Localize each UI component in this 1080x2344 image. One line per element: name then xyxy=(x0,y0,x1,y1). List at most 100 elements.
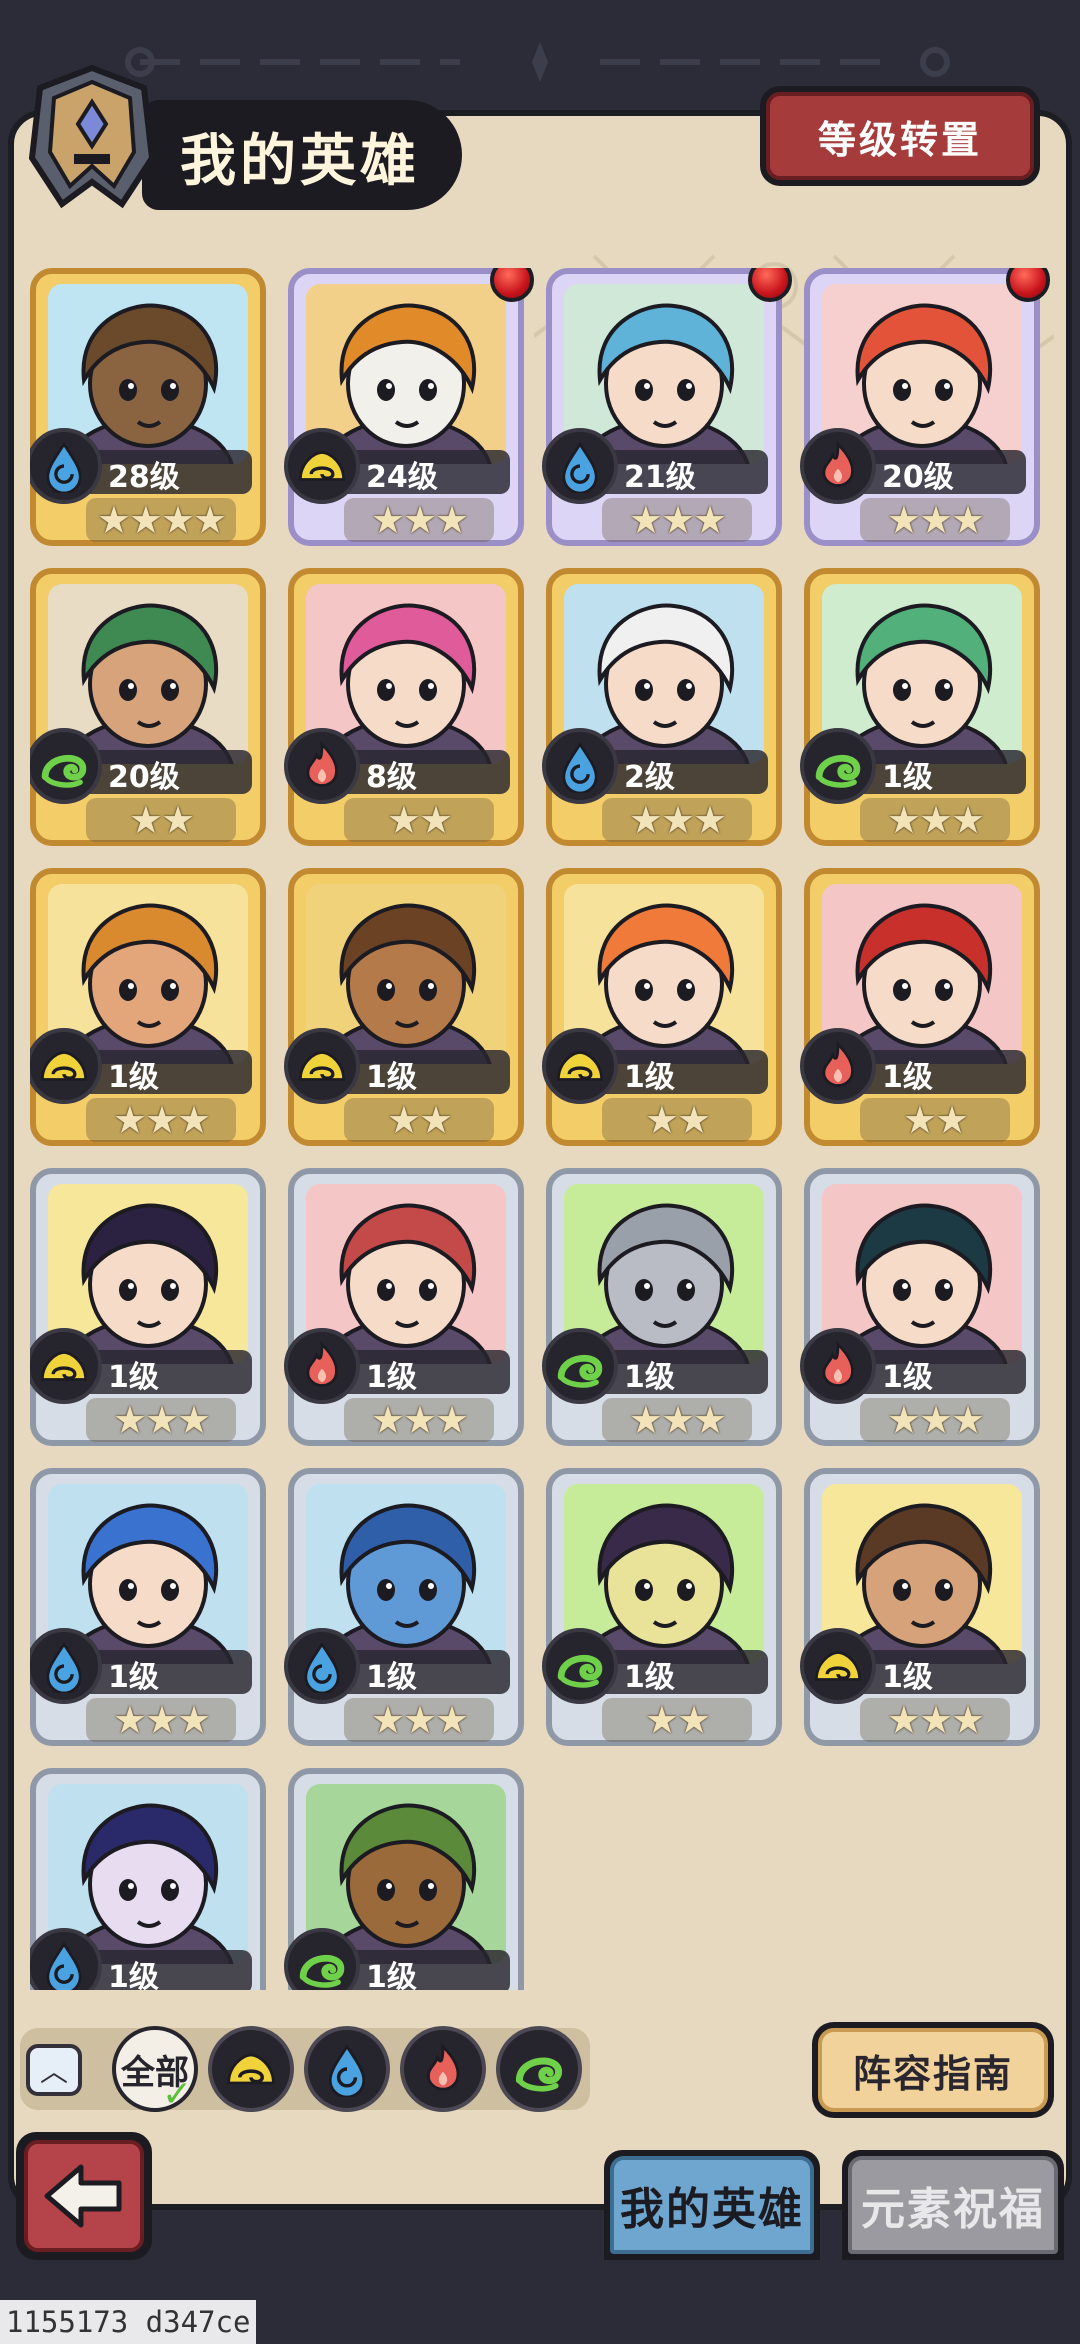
hero-card[interactable]: 1级 xyxy=(30,1768,266,1990)
hero-card[interactable]: 20级 ★★★ xyxy=(800,268,1050,546)
hero-element-badge xyxy=(800,1028,876,1104)
hero-stars: ★★★ xyxy=(86,1398,236,1442)
hero-stars: ★★★ xyxy=(602,498,752,542)
hero-level: 1级 xyxy=(366,1060,417,1095)
level-reset-button[interactable]: 等级转置 xyxy=(760,86,1040,186)
water-element-icon xyxy=(46,441,82,493)
hero-card[interactable]: 1级 ★★ xyxy=(800,868,1040,1146)
fire-element-icon xyxy=(822,1041,854,1087)
hero-card[interactable]: 1级 ★★ xyxy=(284,868,524,1146)
light-element-icon xyxy=(41,1351,87,1381)
filter-light-button[interactable] xyxy=(208,2026,294,2112)
hero-card[interactable]: 1级 ★★★ xyxy=(800,1168,1040,1446)
filter-water-button[interactable] xyxy=(304,2026,390,2112)
hero-card[interactable]: 1级 ★★★ xyxy=(542,1168,782,1446)
hero-element-badge xyxy=(542,1028,618,1104)
hero-stars: ★★★ xyxy=(860,1398,1010,1442)
hero-card[interactable]: 1级 ★★ xyxy=(542,868,782,1146)
hero-level: 1级 xyxy=(108,1360,159,1395)
wind-element-icon xyxy=(557,1654,603,1688)
tab-element-blessing-label: 元素祝福 xyxy=(848,2156,1058,2254)
hero-stars: ★★ xyxy=(602,1698,752,1742)
hero-element-badge xyxy=(284,428,360,504)
hero-element-badge xyxy=(542,1328,618,1404)
hero-card[interactable]: 1级 ★★★ xyxy=(800,568,1040,846)
hero-level: 20级 xyxy=(882,460,954,495)
hero-card[interactable]: 8级 ★★ xyxy=(284,568,524,846)
hero-element-badge xyxy=(542,428,618,504)
wind-element-icon xyxy=(515,2057,563,2092)
hero-level: 24级 xyxy=(366,460,438,495)
water-element-icon xyxy=(562,441,598,493)
water-element-icon xyxy=(562,741,598,793)
hero-element-badge xyxy=(284,1628,360,1704)
fire-element-icon xyxy=(822,1341,854,1387)
check-icon: ✓ xyxy=(162,2074,193,2115)
back-button[interactable] xyxy=(16,2132,152,2260)
hero-stars: ★★★ xyxy=(344,1398,494,1442)
fire-element-icon xyxy=(306,1341,338,1387)
hero-level: 1级 xyxy=(624,1360,675,1395)
fire-element-icon xyxy=(427,2043,460,2091)
hero-card[interactable]: 1级 ★★★ xyxy=(284,1168,524,1446)
hero-card[interactable]: 1级 ★★★ xyxy=(30,1168,266,1446)
hero-element-badge xyxy=(800,1328,876,1404)
hero-stars: ★★★ xyxy=(86,1698,236,1742)
light-element-icon xyxy=(557,1051,603,1081)
hero-element-badge xyxy=(800,428,876,504)
filter-fire-button[interactable] xyxy=(400,2026,486,2112)
hero-card[interactable]: 2级 ★★★ xyxy=(542,568,782,846)
hero-level: 1级 xyxy=(108,1060,159,1095)
hero-card[interactable]: 20级 ★★ xyxy=(30,568,266,846)
hero-element-badge xyxy=(542,728,618,804)
hero-stars: ★★★ xyxy=(86,1098,236,1142)
collapse-filter-button[interactable]: ︿ xyxy=(26,2044,82,2096)
back-arrow-icon xyxy=(44,2164,122,2228)
light-element-icon xyxy=(299,451,345,481)
page-header: 我的英雄 xyxy=(22,62,462,212)
hero-level: 1级 xyxy=(366,1960,417,1990)
hero-element-badge xyxy=(800,728,876,804)
hero-stars: ★★ xyxy=(86,798,236,842)
hero-level: 1级 xyxy=(882,760,933,795)
lineup-guide-button[interactable]: 阵容指南 xyxy=(812,2022,1054,2118)
hero-level: 8级 xyxy=(366,760,417,795)
light-element-icon xyxy=(41,1051,87,1081)
water-element-icon xyxy=(46,1941,82,1990)
hero-card[interactable]: 1级 ★★★ xyxy=(30,1468,266,1746)
hero-level: 1级 xyxy=(624,1060,675,1095)
tab-element-blessing[interactable]: 元素祝福 xyxy=(842,2150,1064,2260)
page-title: 我的英雄 xyxy=(180,129,420,194)
hero-card[interactable]: 21级 ★★★ xyxy=(542,268,792,546)
filter-all-button[interactable]: 全部 ✓ xyxy=(112,2026,198,2115)
tab-my-heroes[interactable]: 我的英雄 xyxy=(604,2150,820,2260)
hero-level: 21级 xyxy=(624,460,696,495)
hero-stars: ★★★ xyxy=(344,498,494,542)
filter-wind-button[interactable] xyxy=(496,2026,582,2112)
hero-stars: ★★★ xyxy=(344,1698,494,1742)
hero-card[interactable]: 1级 ★★ xyxy=(542,1468,782,1746)
hero-element-badge xyxy=(284,1328,360,1404)
hero-card[interactable]: 1级 ★★★ xyxy=(284,1468,524,1746)
water-element-icon xyxy=(304,1641,340,1693)
hero-card[interactable]: 24级 ★★★ xyxy=(284,268,534,546)
hero-grid: 28级 ★★★★ 24级 ★★★ 21级 ★★★ 20级 ★★★ 20级 ★★ … xyxy=(30,268,1050,1990)
hero-level: 1级 xyxy=(366,1360,417,1395)
hero-card[interactable]: 1级 xyxy=(284,1768,524,1990)
hero-level: 1级 xyxy=(108,1960,159,1990)
water-element-icon xyxy=(46,1641,82,1693)
hero-card[interactable]: 28级 ★★★★ xyxy=(30,268,266,546)
chevron-up-icon: ︿ xyxy=(39,2055,68,2088)
hero-stars: ★★ xyxy=(344,798,494,842)
hero-element-badge xyxy=(800,1628,876,1704)
build-watermark: 1155173 d347ce xyxy=(0,2300,257,2344)
lineup-guide-label: 阵容指南 xyxy=(818,2028,1048,2112)
hero-stars: ★★★ xyxy=(860,1698,1010,1742)
hero-stars: ★★★★ xyxy=(86,498,236,542)
hero-stars: ★★ xyxy=(344,1098,494,1142)
hero-level: 1级 xyxy=(108,1660,159,1695)
hero-stars: ★★★ xyxy=(860,498,1010,542)
hero-card[interactable]: 1级 ★★★ xyxy=(30,868,266,1146)
hero-card[interactable]: 1级 ★★★ xyxy=(800,1468,1040,1746)
wind-element-icon xyxy=(815,754,861,788)
